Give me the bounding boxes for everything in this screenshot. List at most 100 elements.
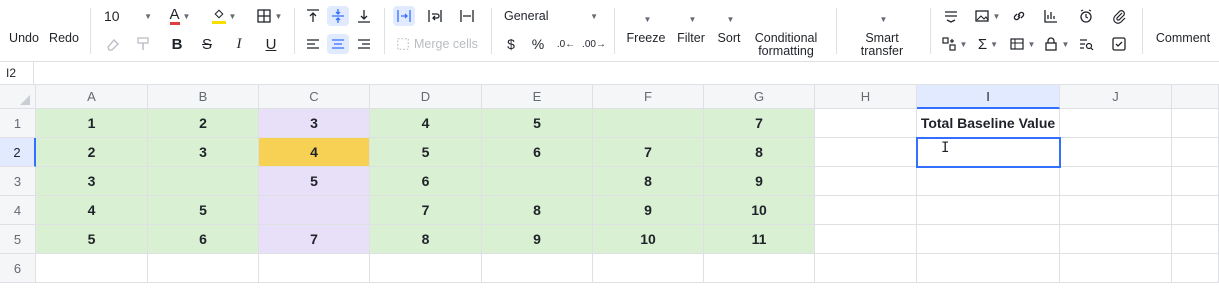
decrease-decimal-button[interactable]: .0←	[556, 34, 576, 54]
cell-d5[interactable]: 8	[370, 225, 482, 254]
overflow-button[interactable]	[393, 6, 415, 26]
find-button[interactable]	[1075, 34, 1097, 54]
font-size-select[interactable]: 10 ▼	[100, 6, 156, 26]
cell-i4[interactable]	[917, 196, 1060, 225]
cell-f2[interactable]: 7	[593, 138, 704, 167]
cell-a1[interactable]: 1	[36, 109, 148, 138]
cell-d2[interactable]: 5	[370, 138, 482, 167]
cell-i3[interactable]	[917, 167, 1060, 196]
column-header-i[interactable]: I	[917, 85, 1060, 109]
merge-cells-button[interactable]: Merge cells	[396, 34, 482, 54]
insert-image-button[interactable]: ▼	[972, 6, 1002, 26]
number-format-select[interactable]: General ▼	[500, 6, 602, 26]
cell-k5[interactable]	[1172, 225, 1219, 254]
cell-reference-box[interactable]: I2	[0, 62, 34, 84]
cell-e3[interactable]	[482, 167, 593, 196]
sort-button[interactable]: ▼ Sort	[713, 10, 745, 45]
underline-button[interactable]: U	[260, 34, 282, 54]
format-painter-button[interactable]	[132, 34, 154, 54]
cell-h2[interactable]	[815, 138, 917, 167]
cell-d1[interactable]: 4	[370, 109, 482, 138]
insert-reminder-button[interactable]	[1075, 6, 1097, 26]
row-header-5[interactable]: 5	[0, 225, 36, 254]
cell-j4[interactable]	[1060, 196, 1172, 225]
function-button[interactable]: Σ ▼	[972, 34, 1004, 54]
percent-button[interactable]: %	[528, 34, 548, 54]
currency-button[interactable]: $	[502, 34, 520, 54]
cell-h1[interactable]	[815, 109, 917, 138]
cell-e2[interactable]: 6	[482, 138, 593, 167]
row-header-4[interactable]: 4	[0, 196, 36, 225]
cell-e1[interactable]: 5	[482, 109, 593, 138]
checkbox-button[interactable]	[1108, 34, 1130, 54]
cell-a6[interactable]	[36, 254, 148, 283]
cell-g5[interactable]: 11	[704, 225, 815, 254]
borders-button[interactable]: ▼	[252, 6, 286, 26]
cell-h6[interactable]	[815, 254, 917, 283]
cell-c2[interactable]: 4	[259, 138, 370, 167]
insert-link-button[interactable]	[1008, 6, 1030, 26]
bold-button[interactable]: B	[166, 34, 188, 54]
italic-button[interactable]: I	[228, 34, 250, 54]
cell-h4[interactable]	[815, 196, 917, 225]
cell-c4[interactable]	[259, 196, 370, 225]
cell-b1[interactable]: 2	[148, 109, 259, 138]
fill-color-button[interactable]: ▼	[208, 6, 240, 26]
row-header-6[interactable]: 6	[0, 254, 36, 283]
row-header-2[interactable]: 2	[0, 138, 36, 167]
cell-a2[interactable]: 2	[36, 138, 148, 167]
cell-e4[interactable]: 8	[482, 196, 593, 225]
align-bottom-button[interactable]	[353, 6, 375, 26]
cell-i1[interactable]: Total Baseline Value	[917, 109, 1060, 138]
filter-button[interactable]: ▼ Filter	[674, 10, 708, 45]
cell-a3[interactable]: 3	[36, 167, 148, 196]
cell-f5[interactable]: 10	[593, 225, 704, 254]
cell-e5[interactable]: 9	[482, 225, 593, 254]
cell-c5[interactable]: 7	[259, 225, 370, 254]
column-header-d[interactable]: D	[370, 85, 482, 109]
undo-button[interactable]: Undo	[6, 10, 42, 45]
cell-h3[interactable]	[815, 167, 917, 196]
align-center-button[interactable]	[327, 34, 349, 54]
cell-k1[interactable]	[1172, 109, 1219, 138]
align-middle-button[interactable]	[327, 6, 349, 26]
cell-g6[interactable]	[704, 254, 815, 283]
cell-b6[interactable]	[148, 254, 259, 283]
cell-k4[interactable]	[1172, 196, 1219, 225]
column-header-c[interactable]: C	[259, 85, 370, 109]
cell-c6[interactable]	[259, 254, 370, 283]
column-header-f[interactable]: F	[593, 85, 704, 109]
align-right-button[interactable]	[353, 34, 375, 54]
cell-g2[interactable]: 8	[704, 138, 815, 167]
column-header-g[interactable]: G	[704, 85, 815, 109]
cell-j3[interactable]	[1060, 167, 1172, 196]
redo-button[interactable]: Redo	[46, 10, 82, 45]
conditional-formatting-button[interactable]: Conditional formatting	[752, 10, 820, 58]
insert-row-button[interactable]	[940, 6, 962, 26]
cell-f4[interactable]: 9	[593, 196, 704, 225]
column-header-e[interactable]: E	[482, 85, 593, 109]
font-color-button[interactable]: A ▼	[166, 6, 194, 26]
strikethrough-button[interactable]: S	[196, 34, 218, 54]
cell-b5[interactable]: 6	[148, 225, 259, 254]
insert-chart-button[interactable]	[1040, 6, 1062, 26]
cell-d4[interactable]: 7	[370, 196, 482, 225]
cell-g1[interactable]: 7	[704, 109, 815, 138]
insert-attachment-button[interactable]	[1108, 6, 1130, 26]
cell-k3[interactable]	[1172, 167, 1219, 196]
wrap-text-button[interactable]	[424, 6, 446, 26]
align-top-button[interactable]	[302, 6, 324, 26]
cell-f3[interactable]: 8	[593, 167, 704, 196]
clear-format-button[interactable]	[102, 34, 124, 54]
formula-input[interactable]	[36, 62, 1219, 84]
freeze-button[interactable]: ▼ Freeze	[624, 10, 668, 45]
column-header-h[interactable]: H	[815, 85, 917, 109]
cell-j6[interactable]	[1060, 254, 1172, 283]
cell-i6[interactable]	[917, 254, 1060, 283]
data-validation-button[interactable]: ▼	[1006, 34, 1038, 54]
cell-c3[interactable]: 5	[259, 167, 370, 196]
cell-b3[interactable]	[148, 167, 259, 196]
column-header-b[interactable]: B	[148, 85, 259, 109]
comment-button[interactable]: Comment	[1152, 10, 1214, 45]
cell-i5[interactable]	[917, 225, 1060, 254]
